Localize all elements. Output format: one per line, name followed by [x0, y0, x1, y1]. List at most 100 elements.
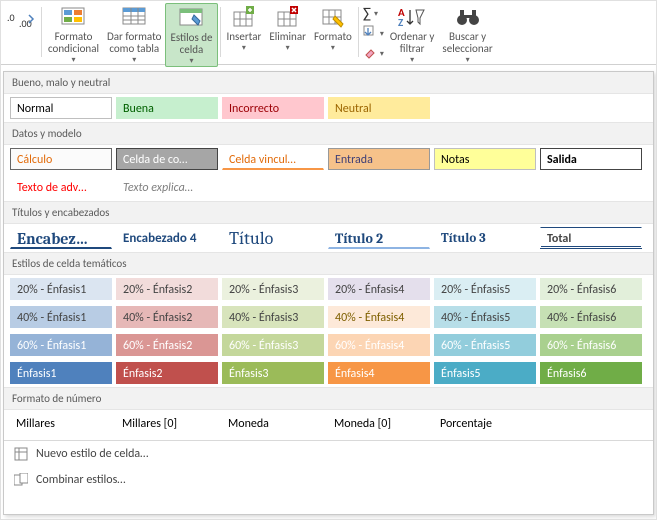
delete-button[interactable]: Eliminar ▾ — [265, 3, 310, 53]
style-accent6[interactable]: Énfasis6 — [540, 362, 642, 384]
style-accent1[interactable]: Énfasis1 — [10, 362, 112, 384]
dropdown-caret-icon: ▾ — [286, 43, 290, 53]
style-currency0[interactable]: Moneda [0] — [328, 413, 430, 435]
new-cell-style-menuitem[interactable]: Nuevo estilo de celda… — [4, 441, 653, 467]
sort-filter-icon: AZ — [398, 5, 426, 29]
binoculars-icon — [455, 5, 481, 29]
style-bad[interactable]: Incorrecto — [222, 97, 324, 119]
editing-small-group: ∑▾ ▾ ▾ — [361, 3, 386, 63]
section-good-bad-neutral: Bueno, malo y neutral — [4, 72, 653, 94]
section-data-model: Datos y modelo — [4, 122, 653, 145]
style-output[interactable]: Salida — [540, 148, 642, 170]
dropdown-caret-icon: ▾ — [132, 55, 136, 65]
cell-styles-gallery: Bueno, malo y neutral Normal Buena Incor… — [3, 71, 654, 515]
new-cell-style-label: Nuevo estilo de celda… — [36, 447, 148, 461]
dropdown-caret-icon: ▾ — [331, 43, 335, 53]
ribbon-separator — [358, 7, 359, 57]
sort-filter-label: Ordenar y filtrar — [390, 31, 435, 55]
style-accent6-60[interactable]: 60% - Énfasis6 — [540, 334, 642, 356]
format-as-table-button[interactable]: Dar formato como tabla ▾ — [103, 3, 165, 65]
style-accent2-20[interactable]: 20% - Énfasis2 — [116, 278, 218, 300]
style-accent1-40[interactable]: 40% - Énfasis1 — [10, 306, 112, 328]
style-accent5-20[interactable]: 20% - Énfasis5 — [434, 278, 536, 300]
conditional-formatting-button[interactable]: Formato condicional ▾ — [44, 3, 103, 65]
style-explanatory-text[interactable]: Texto explica… — [116, 176, 218, 198]
new-style-icon — [14, 447, 28, 461]
style-accent3[interactable]: Énfasis3 — [222, 362, 324, 384]
ribbon-separator — [220, 7, 221, 57]
style-warning-text[interactable]: Texto de adv… — [10, 176, 112, 198]
style-accent6-20[interactable]: 20% - Énfasis6 — [540, 278, 642, 300]
style-heading1[interactable]: Encabez… — [10, 227, 112, 249]
svg-text:Z: Z — [398, 16, 404, 28]
dropdown-caret-icon: ▾ — [410, 55, 414, 65]
style-comma[interactable]: Millares — [10, 413, 112, 435]
cell-styles-label: Estilos de celda — [170, 32, 212, 56]
style-accent6-40[interactable]: 40% - Énfasis6 — [540, 306, 642, 328]
dropdown-caret-icon: ▾ — [71, 55, 75, 65]
style-note[interactable]: Notas — [434, 148, 536, 170]
merge-styles-menuitem[interactable]: Combinar estilos… — [4, 467, 653, 493]
insert-cells-icon — [232, 5, 256, 29]
eraser-icon — [363, 45, 377, 63]
conditional-formatting-icon — [60, 5, 88, 29]
style-accent4[interactable]: Énfasis4 — [328, 362, 430, 384]
style-accent5[interactable]: Énfasis5 — [434, 362, 536, 384]
style-accent2-60[interactable]: 60% - Énfasis2 — [116, 334, 218, 356]
style-comma0[interactable]: Millares [0] — [116, 413, 218, 435]
style-total[interactable]: Total — [540, 227, 642, 249]
find-select-label: Buscar y seleccionar — [442, 31, 492, 55]
style-accent3-40[interactable]: 40% - Énfasis3 — [222, 306, 324, 328]
increase-decimal-icon: .0.00 — [7, 7, 35, 31]
style-linked-cell[interactable]: Celda vincul… — [222, 148, 324, 170]
style-accent5-60[interactable]: 60% - Énfasis5 — [434, 334, 536, 356]
dropdown-caret-icon: ▾ — [380, 29, 384, 39]
find-select-button[interactable]: Buscar y seleccionar ▾ — [438, 3, 496, 65]
style-title2[interactable]: Título 2 — [328, 227, 430, 249]
delete-label: Eliminar — [269, 31, 306, 43]
style-neutral[interactable]: Neutral — [328, 97, 430, 119]
style-title3[interactable]: Título 3 — [434, 227, 536, 249]
conditional-formatting-label: Formato condicional — [48, 31, 99, 55]
style-accent1-20[interactable]: 20% - Énfasis1 — [10, 278, 112, 300]
style-good[interactable]: Buena — [116, 97, 218, 119]
cell-styles-button[interactable]: Estilos de celda ▾ — [165, 3, 217, 67]
style-accent3-60[interactable]: 60% - Énfasis3 — [222, 334, 324, 356]
style-normal[interactable]: Normal — [10, 97, 112, 119]
autosum-button[interactable]: ∑▾ — [363, 5, 384, 23]
style-accent4-40[interactable]: 40% - Énfasis4 — [328, 306, 430, 328]
fill-down-icon — [363, 25, 377, 43]
style-heading4[interactable]: Encabezado 4 — [116, 227, 218, 249]
style-calculation[interactable]: Cálculo — [10, 148, 112, 170]
style-accent3-20[interactable]: 20% - Énfasis3 — [222, 278, 324, 300]
ribbon: .0.00 Formato condicional ▾ Dar formato … — [1, 1, 656, 65]
style-accent5-40[interactable]: 40% - Énfasis5 — [434, 306, 536, 328]
dropdown-caret-icon: ▾ — [189, 56, 193, 66]
style-accent4-20[interactable]: 20% - Énfasis4 — [328, 278, 430, 300]
format-button[interactable]: Formato ▾ — [310, 3, 356, 53]
style-accent2[interactable]: Énfasis2 — [116, 362, 218, 384]
style-input[interactable]: Entrada — [328, 148, 430, 170]
style-accent2-40[interactable]: 40% - Énfasis2 — [116, 306, 218, 328]
format-cells-icon — [321, 5, 345, 29]
style-accent4-60[interactable]: 60% - Énfasis4 — [328, 334, 430, 356]
clear-button[interactable]: ▾ — [363, 45, 384, 63]
cell-styles-icon — [178, 6, 204, 30]
format-label: Formato — [314, 31, 352, 43]
style-title[interactable]: Título — [222, 227, 324, 249]
sort-filter-button[interactable]: AZ Ordenar y filtrar ▾ — [386, 3, 439, 65]
dropdown-caret-icon: ▾ — [242, 43, 246, 53]
style-check-cell[interactable]: Celda de co… — [116, 148, 218, 170]
dropdown-caret-icon: ▾ — [466, 55, 470, 65]
section-themed-styles: Estilos de celda temáticos — [4, 252, 653, 275]
style-accent1-60[interactable]: 60% - Énfasis1 — [10, 334, 112, 356]
format-as-table-label: Dar formato como tabla — [107, 31, 161, 55]
increase-decimal-button[interactable]: .0.00 — [1, 3, 39, 31]
style-currency[interactable]: Moneda — [222, 413, 324, 435]
sigma-icon: ∑ — [363, 5, 371, 23]
insert-button[interactable]: Insertar ▾ — [223, 3, 266, 53]
fill-button[interactable]: ▾ — [363, 25, 384, 43]
style-percent[interactable]: Porcentaje — [434, 413, 536, 435]
ribbon-separator — [41, 7, 42, 57]
svg-text:.0: .0 — [7, 11, 15, 24]
